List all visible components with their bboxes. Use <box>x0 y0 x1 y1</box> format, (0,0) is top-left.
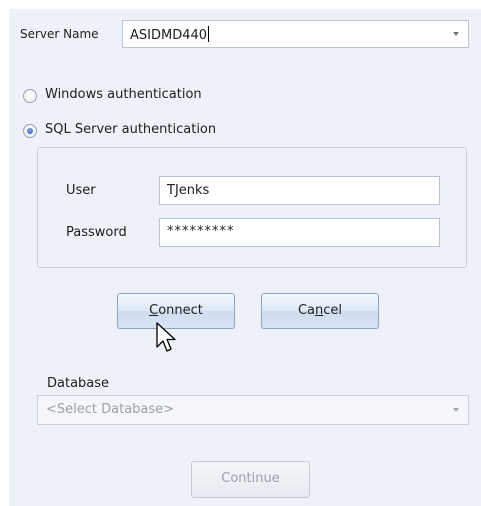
server-name-label: Server Name <box>20 27 99 41</box>
connect-label-rest: onnect <box>158 303 203 318</box>
database-placeholder[interactable]: <Select Database> <box>46 402 174 418</box>
mouse-pointer-icon <box>156 322 176 352</box>
server-name-combobox[interactable]: ASIDMD440 <box>122 20 469 48</box>
user-label: User <box>66 183 96 198</box>
text-caret <box>208 26 210 42</box>
cancel-label-pre: Ca <box>297 303 316 318</box>
cancel-label-rest: cel <box>323 303 343 318</box>
password-label: Password <box>66 225 127 240</box>
connect-button[interactable]: Connect <box>117 293 235 329</box>
password-value[interactable]: ********* <box>167 224 235 240</box>
chevron-down-icon[interactable] <box>453 32 459 36</box>
chevron-down-icon[interactable] <box>453 408 459 412</box>
user-input[interactable]: TJenks <box>159 176 440 205</box>
database-combobox[interactable]: <Select Database> <box>37 395 469 425</box>
user-value[interactable]: TJenks <box>167 183 209 199</box>
connect-mnemonic: C <box>149 303 159 318</box>
cancel-button[interactable]: Cancel <box>261 293 379 329</box>
windows-auth-label[interactable]: Windows authentication <box>45 87 202 103</box>
sql-auth-label[interactable]: SQL Server authentication <box>45 122 216 138</box>
windows-auth-radio[interactable] <box>23 89 37 103</box>
continue-button[interactable]: Continue <box>191 461 310 498</box>
database-label: Database <box>47 376 110 391</box>
sql-auth-radio[interactable] <box>23 124 37 138</box>
credentials-group <box>37 147 467 268</box>
server-name-value[interactable]: ASIDMD440 <box>130 26 210 44</box>
password-input[interactable]: ********* <box>159 218 440 247</box>
